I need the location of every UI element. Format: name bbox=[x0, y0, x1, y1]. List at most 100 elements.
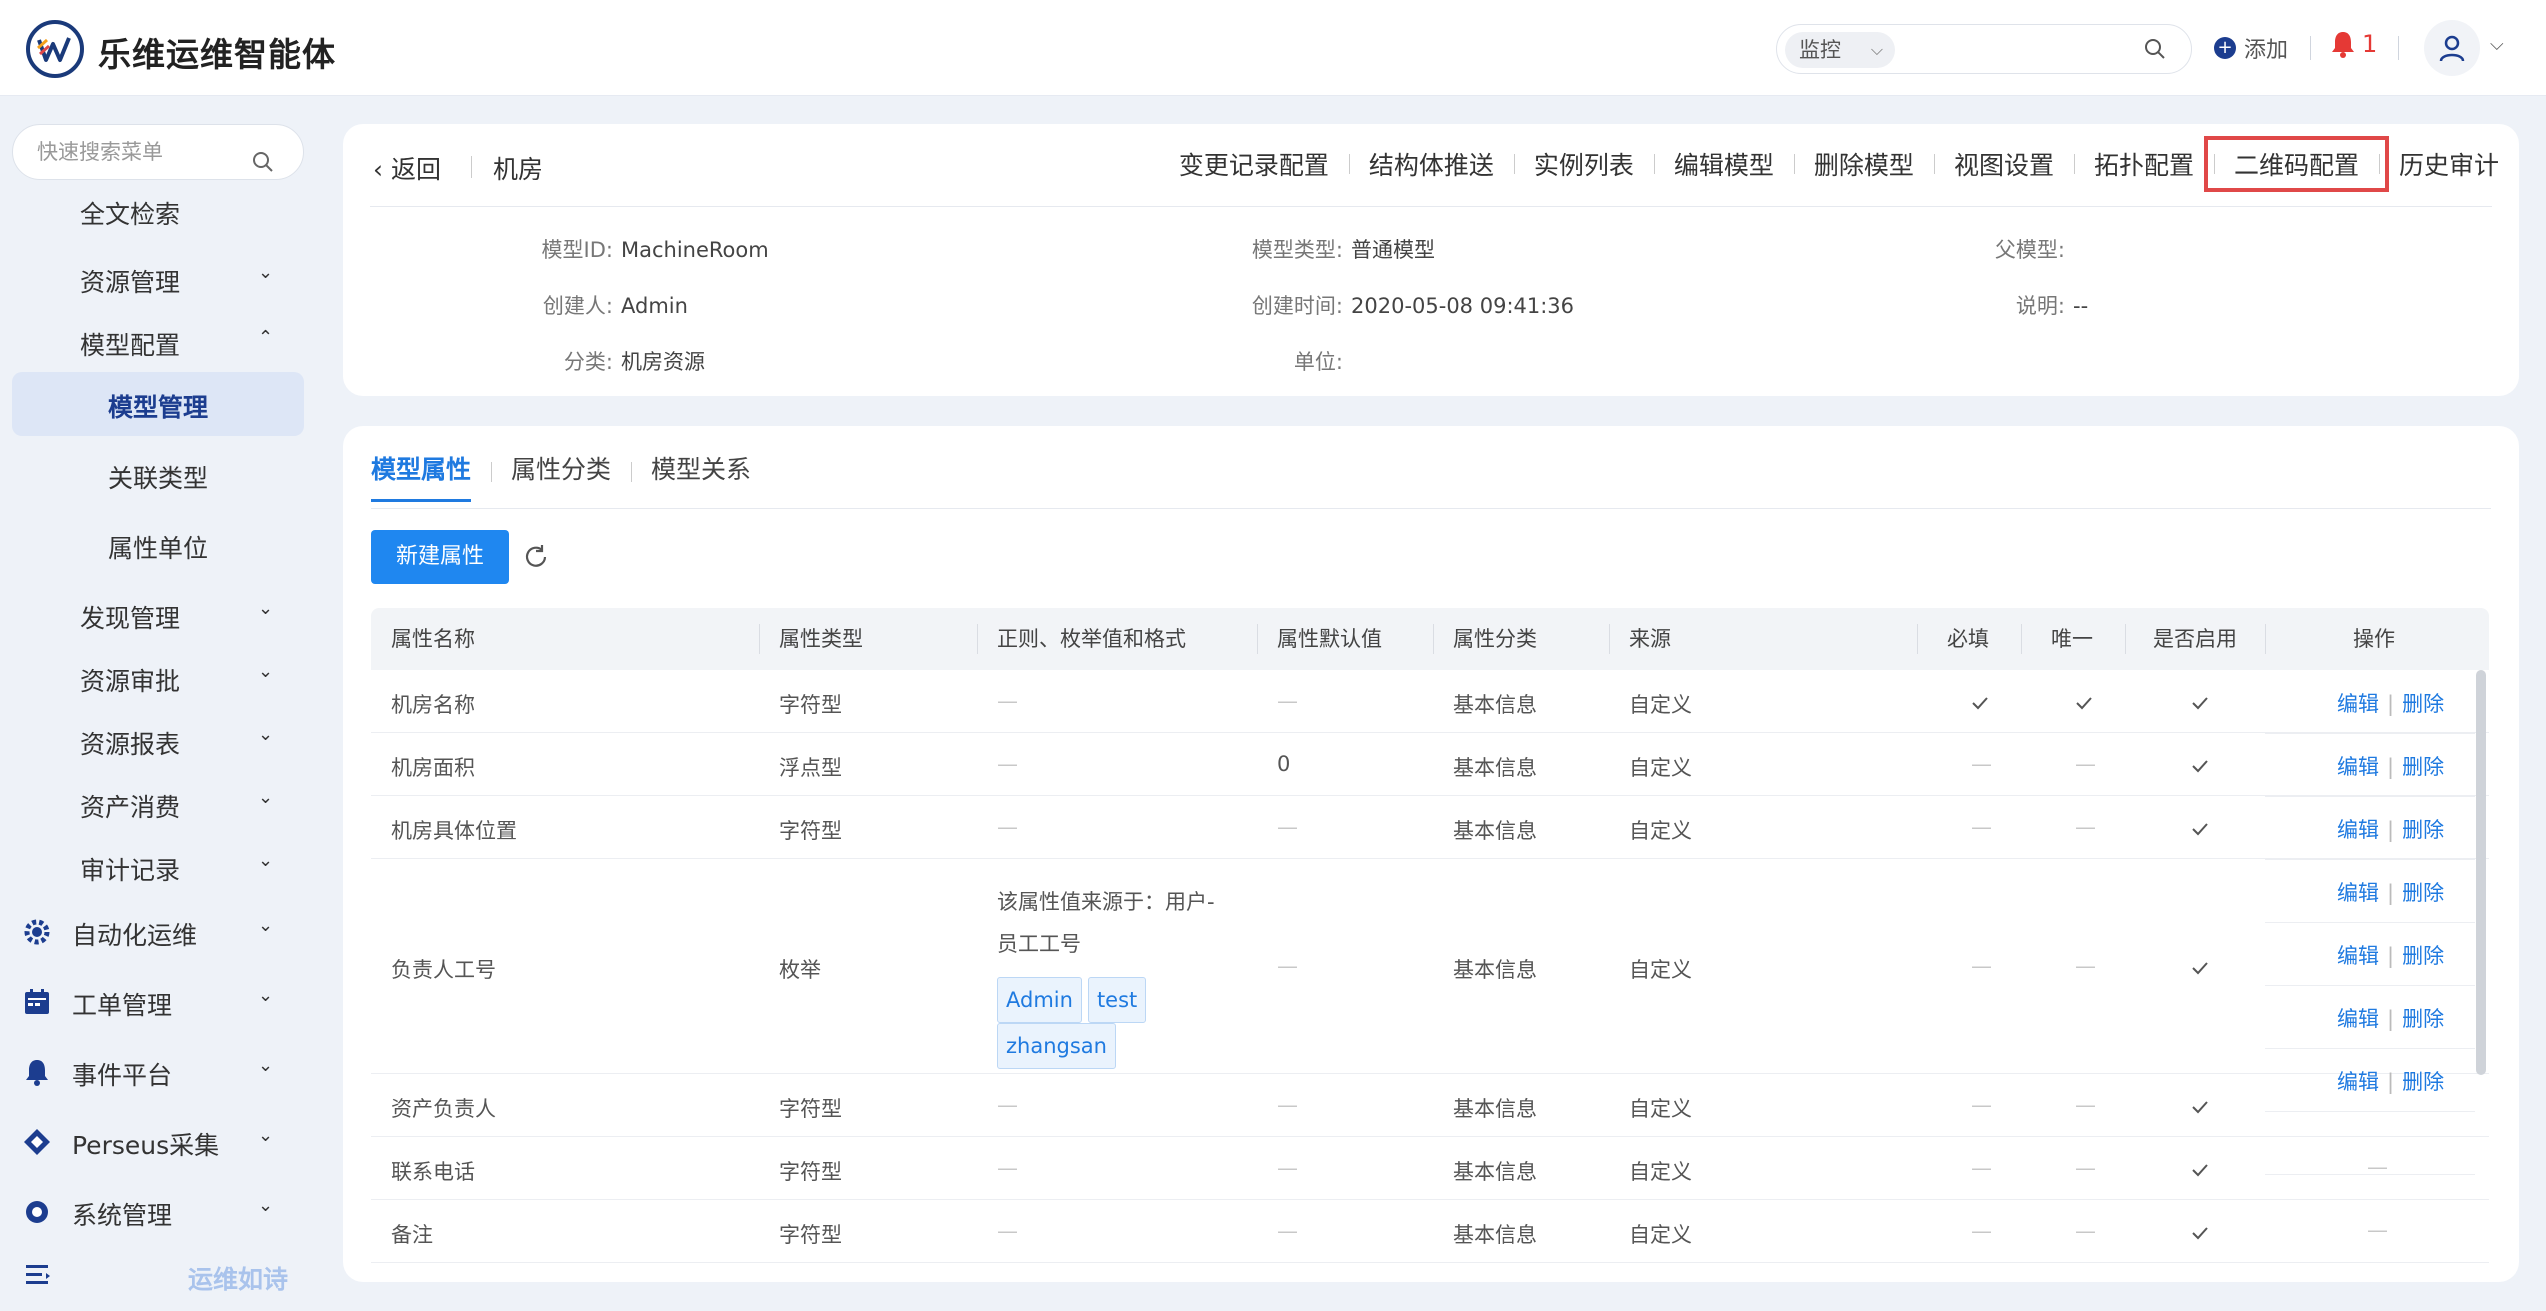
delete-link[interactable]: 删除 bbox=[2402, 881, 2444, 905]
empty-value-dash: — bbox=[1971, 1219, 1992, 1243]
edit-model-button[interactable]: 编辑模型 bbox=[1653, 146, 1794, 182]
row-operations: 编辑 | 删除 bbox=[2337, 688, 2444, 718]
instance-list-button[interactable]: 实例列表 bbox=[1513, 146, 1654, 182]
empty-value-dash: — bbox=[2075, 1219, 2096, 1243]
delete-link[interactable]: 删除 bbox=[2402, 692, 2444, 716]
edit-link[interactable]: 编辑 bbox=[2337, 1070, 2379, 1094]
edit-link[interactable]: 编辑 bbox=[2337, 755, 2379, 779]
chevron-down-icon: ⌄ bbox=[258, 1195, 274, 1216]
empty-value-dash: — bbox=[1971, 954, 1992, 978]
delete-link[interactable]: 删除 bbox=[2402, 944, 2444, 968]
row-operations: 编辑 | 删除 bbox=[2337, 814, 2444, 844]
sidebar-item-audit-log[interactable]: 审计记录 ⌄ bbox=[0, 838, 316, 894]
info-category: 分类: 机房资源 bbox=[513, 346, 705, 376]
table-row: 机房具体位置 字符型 — — 基本信息 自定义 — — bbox=[371, 796, 2489, 859]
operation-separator: | bbox=[2387, 881, 2395, 905]
history-audit-button[interactable]: 历史审计 bbox=[2378, 146, 2519, 182]
edit-link[interactable]: 编辑 bbox=[2337, 692, 2379, 716]
menu-search-input[interactable]: 快速搜索菜单 bbox=[12, 124, 304, 180]
sidebar-item-model-config[interactable]: 模型配置 ⌃ bbox=[0, 313, 316, 369]
search-icon[interactable] bbox=[2143, 37, 2167, 65]
sidebar-item-resource-management[interactable]: 资源管理 ⌄ bbox=[0, 250, 316, 306]
sidebar-item-label: 模型管理 bbox=[108, 393, 209, 422]
gear-icon bbox=[22, 1197, 52, 1227]
chevron-down-icon: ⌄ bbox=[258, 985, 274, 1006]
column-header: 来源 bbox=[1629, 627, 1671, 651]
tab-model-attributes[interactable]: 模型属性 bbox=[371, 452, 491, 502]
calendar-icon bbox=[22, 987, 52, 1017]
cell-default-value: 0 bbox=[1277, 752, 1291, 776]
delete-link[interactable]: 删除 bbox=[2402, 1007, 2444, 1031]
model-actions: 变更记录配置 结构体推送 实例列表 编辑模型 删除模型 视图设置 拓扑配置 二维… bbox=[1159, 124, 2519, 204]
divider bbox=[471, 156, 472, 178]
sidebar-item-relation-types[interactable]: 关联类型 bbox=[0, 446, 316, 502]
cell-format: — bbox=[997, 1219, 1018, 1243]
sidebar-item-automation[interactable]: 自动化运维 ⌄ bbox=[0, 903, 316, 959]
sidebar-item-model-management[interactable]: 模型管理 bbox=[12, 372, 304, 436]
app-logo-icon[interactable] bbox=[26, 20, 84, 78]
empty-value-dash: — bbox=[2075, 1156, 2096, 1180]
edit-link[interactable]: 编辑 bbox=[2337, 944, 2379, 968]
sidebar-item-resource-approval[interactable]: 资源审批 ⌄ bbox=[0, 649, 316, 705]
sidebar-item-resource-reports[interactable]: 资源报表 ⌄ bbox=[0, 712, 316, 768]
cell-source: 自定义 bbox=[1629, 958, 1692, 982]
table-row: 联系电话 字符型 — — 基本信息 自定义 — — bbox=[371, 1137, 2489, 1200]
notification-button[interactable]: 1 bbox=[2330, 30, 2377, 58]
row-operations: 编辑 | 删除 bbox=[2337, 877, 2444, 907]
table-row: 备注 字符型 — — 基本信息 自定义 — — bbox=[371, 1200, 2489, 1263]
collapse-menu-icon[interactable] bbox=[24, 1262, 52, 1292]
add-button[interactable]: + 添加 bbox=[2214, 32, 2288, 64]
back-button[interactable]: ‹ 返回 bbox=[373, 150, 441, 186]
attributes-card: 模型属性 属性分类 模型关系 新建属性 属性名称 属性类型 正则、枚举值和格式 … bbox=[343, 426, 2519, 1282]
gear-icon bbox=[22, 917, 52, 947]
cell-format: — bbox=[997, 1156, 1018, 1180]
new-attribute-button[interactable]: 新建属性 bbox=[371, 530, 509, 584]
sidebar-item-event-platform[interactable]: 事件平台 ⌄ bbox=[0, 1043, 316, 1099]
global-search[interactable]: 监控 ⌵ bbox=[1776, 24, 2192, 74]
table-scrollbar[interactable] bbox=[2476, 670, 2486, 1075]
user-avatar[interactable] bbox=[2424, 20, 2480, 76]
tab-attribute-categories[interactable]: 属性分类 bbox=[491, 452, 631, 496]
chevron-down-icon: ⌄ bbox=[258, 724, 274, 745]
sidebar-item-label: 自动化运维 bbox=[72, 921, 198, 950]
delete-model-button[interactable]: 删除模型 bbox=[1793, 146, 1934, 182]
cell-source: 自定义 bbox=[1629, 756, 1692, 780]
info-unit: 单位: bbox=[1213, 346, 1351, 376]
column-header: 属性分类 bbox=[1453, 627, 1537, 651]
chevron-down-icon[interactable]: ⌵ bbox=[2490, 34, 2504, 55]
sidebar-item-perseus[interactable]: Perseus采集 ⌄ bbox=[0, 1113, 316, 1169]
delete-link[interactable]: 删除 bbox=[2402, 818, 2444, 842]
struct-push-button[interactable]: 结构体推送 bbox=[1348, 146, 1514, 182]
topology-config-button[interactable]: 拓扑配置 bbox=[2073, 146, 2214, 182]
info-label: 说明: bbox=[2015, 294, 2065, 318]
sidebar-item-ticket-management[interactable]: 工单管理 ⌄ bbox=[0, 973, 316, 1029]
change-log-config-button[interactable]: 变更记录配置 bbox=[1159, 146, 1349, 182]
sidebar-item-attribute-units[interactable]: 属性单位 bbox=[0, 516, 316, 572]
edit-link[interactable]: 编辑 bbox=[2337, 818, 2379, 842]
edit-link[interactable]: 编辑 bbox=[2337, 1007, 2379, 1031]
row-divider bbox=[2265, 1111, 2475, 1112]
cell-format: 该属性值来源于：用户- 员工工号 Admin test zhangsan bbox=[997, 881, 1237, 1069]
chevron-down-icon: ⌄ bbox=[258, 850, 274, 871]
column-divider bbox=[2125, 624, 2126, 654]
sidebar-item-fulltext-search[interactable]: 全文检索 bbox=[0, 182, 316, 238]
delete-link[interactable]: 删除 bbox=[2402, 1070, 2444, 1094]
qrcode-config-button[interactable]: 二维码配置 bbox=[2203, 136, 2389, 192]
search-scope-select[interactable]: 监控 ⌵ bbox=[1785, 32, 1895, 68]
cell-attribute-type: 字符型 bbox=[779, 693, 842, 717]
tab-model-relations[interactable]: 模型关系 bbox=[631, 452, 771, 496]
sidebar-item-asset-consumption[interactable]: 资产消费 ⌄ bbox=[0, 775, 316, 831]
check-icon bbox=[2191, 960, 2209, 979]
refresh-icon[interactable] bbox=[521, 542, 551, 572]
cell-attribute-name: 机房面积 bbox=[391, 756, 475, 780]
cell-attribute-category: 基本信息 bbox=[1453, 1160, 1537, 1184]
sidebar-item-system-management[interactable]: 系统管理 ⌄ bbox=[0, 1183, 316, 1239]
row-operations: 编辑 | 删除 bbox=[2337, 1003, 2444, 1033]
delete-link[interactable]: 删除 bbox=[2402, 755, 2444, 779]
operation-separator: | bbox=[2387, 692, 2395, 716]
cell-format: — bbox=[997, 752, 1018, 776]
edit-link[interactable]: 编辑 bbox=[2337, 881, 2379, 905]
model-name: 机房 bbox=[493, 155, 544, 184]
view-settings-button[interactable]: 视图设置 bbox=[1933, 146, 2074, 182]
sidebar-item-discovery[interactable]: 发现管理 ⌄ bbox=[0, 586, 316, 642]
